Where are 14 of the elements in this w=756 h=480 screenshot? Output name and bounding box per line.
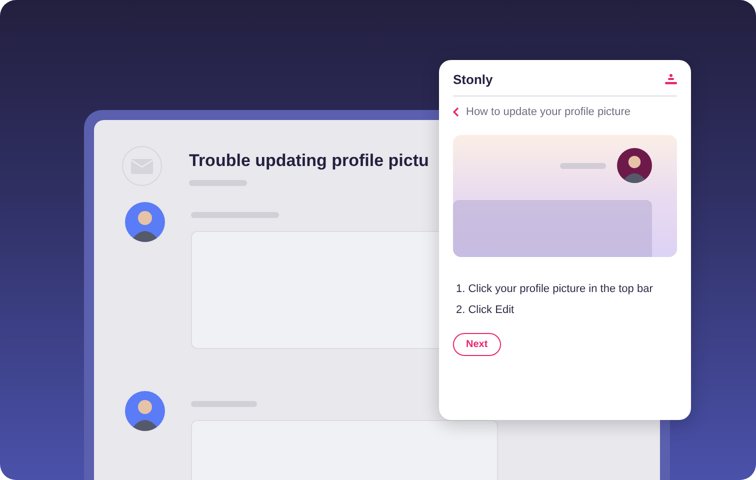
stack-icon[interactable] [665,74,677,85]
back-chevron-icon[interactable] [453,107,459,117]
step-text: 1. Click your profile picture in the top bar [456,283,654,295]
avatar-silhouette [125,391,165,431]
avatar-silhouette [125,202,165,242]
text-placeholder-bar [189,180,247,186]
guide-title: How to update your profile picture [466,106,630,118]
avatar-silhouette [617,148,652,183]
step-text: 2. Click Edit [456,304,516,316]
text-placeholder-bar [560,163,606,169]
brand-name: Stonly [453,72,493,87]
next-button[interactable]: Next [453,333,501,356]
ticket-title: Trouble updating profile pictu [189,151,429,171]
text-placeholder-bar [191,401,257,407]
